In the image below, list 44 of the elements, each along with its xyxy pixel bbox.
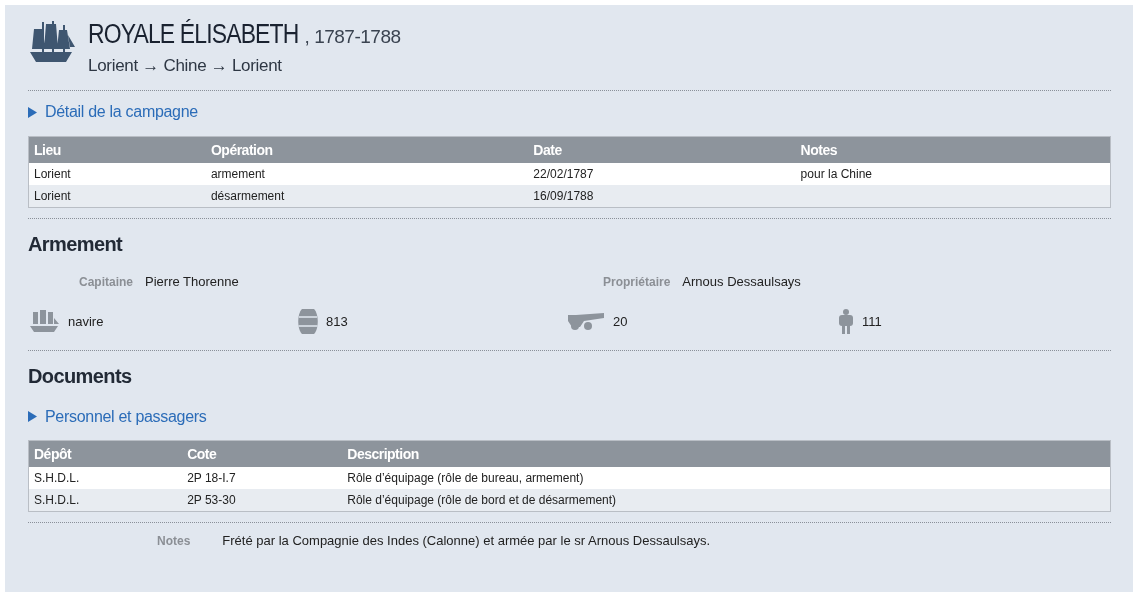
column-header: Date — [528, 136, 796, 163]
person-icon — [838, 308, 854, 334]
table-cell: 16/09/1788 — [528, 184, 796, 207]
table-cell: Rôle d’équipage (rôle de bureau, armement) — [342, 467, 1111, 489]
section-toggle[interactable]: Personnel et passagers — [28, 407, 207, 426]
stat-value: 111 — [862, 313, 882, 329]
column-header: Opération — [205, 136, 529, 163]
field-value: Arnous Dessaulsays — [682, 273, 801, 289]
column-header: Cote — [182, 440, 343, 467]
expand-triangle-icon — [28, 106, 37, 118]
column-header: Notes — [795, 136, 1111, 163]
column-header: Lieu — [28, 136, 206, 163]
table-cell: Lorient — [28, 184, 206, 207]
stat-value: 813 — [326, 313, 348, 329]
table-cell: S.H.D.L. — [28, 489, 183, 512]
stat-value: navire — [68, 313, 104, 329]
ship-icon — [28, 309, 60, 333]
section-title: Armement — [28, 232, 124, 256]
stat-value: 20 — [613, 313, 628, 329]
table-cell: armement — [205, 162, 529, 185]
field-label: Propriétaire — [603, 274, 671, 289]
table-cell: pour la Chine — [795, 162, 1111, 185]
table-cell: S.H.D.L. — [28, 467, 183, 489]
expand-triangle-icon — [28, 411, 37, 422]
column-header: Description — [342, 440, 1111, 467]
ship-name: ROYALE ÉLISABETH — [88, 19, 299, 50]
notes-text: Frété par la Compagnie des Indes (Calonne) et armée par le sr Arnous Dessaulsays. — [222, 533, 711, 548]
cannon-icon — [568, 311, 605, 331]
table-cell: désarmement — [205, 184, 529, 207]
section-title: Documents — [28, 364, 133, 388]
table-cell: Lorient — [28, 162, 206, 185]
notes-label: Notes — [157, 534, 191, 548]
table-cell: 2P 53-30 — [182, 489, 343, 512]
table-cell: 2P 18-I.7 — [182, 467, 343, 489]
ship-icon — [28, 21, 76, 65]
column-header: Dépôt — [28, 440, 183, 467]
table-cell: 22/02/1787 — [528, 162, 796, 185]
table-cell: Rôle d’équipage (rôle de bord et de désarmement) — [342, 489, 1111, 512]
barrel-icon — [298, 308, 318, 334]
ship-years: , 1787-1788 — [304, 26, 401, 48]
field-label: Capitaine — [79, 274, 133, 289]
section-toggle[interactable]: Détail de la campagne — [28, 103, 198, 121]
field-value: Pierre Thorenne — [145, 273, 239, 289]
route-text: Lorient → Chine → Lorient — [88, 56, 283, 76]
